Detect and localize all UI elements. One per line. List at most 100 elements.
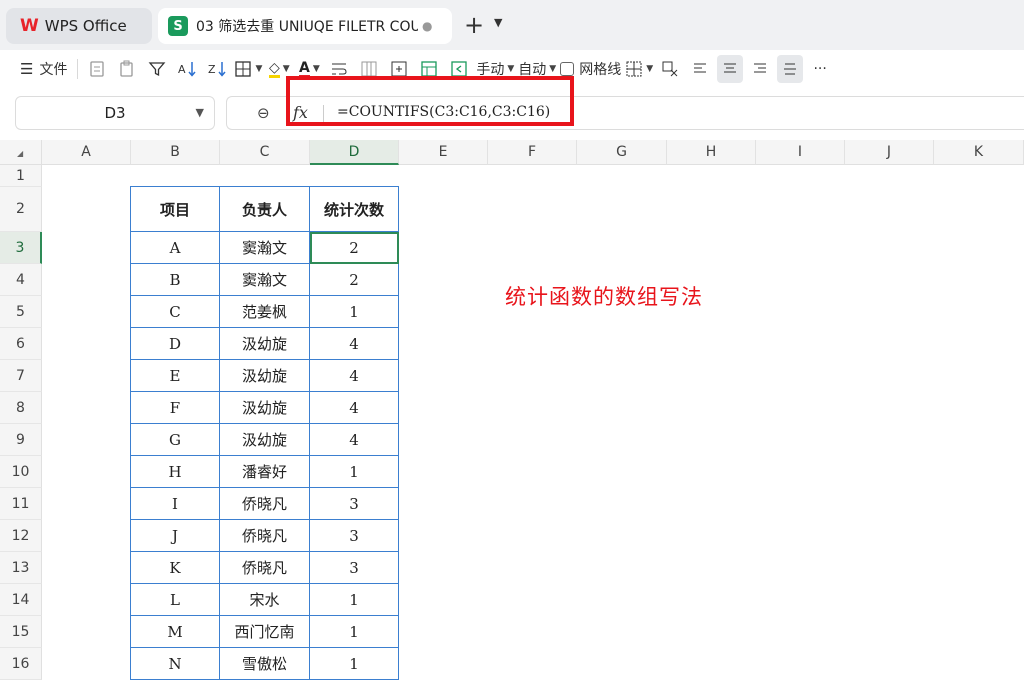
row-header-14[interactable]: 14 <box>0 584 42 616</box>
formula-input[interactable]: =COUNTIFS(C3:C16,C3:C16) <box>337 104 550 120</box>
table-cell-owner[interactable]: 汲幼旋 <box>220 392 310 424</box>
table-cell-owner[interactable]: 侨晓凡 <box>220 552 310 584</box>
freeze-column-icon[interactable] <box>356 55 382 83</box>
row-header-1[interactable]: 1 <box>0 165 42 187</box>
merge-cells-icon[interactable] <box>446 55 472 83</box>
table-cell-count[interactable]: 3 <box>310 520 399 552</box>
table-cell-owner[interactable]: 窦瀚文 <box>220 232 310 264</box>
table-cell-item[interactable]: I <box>131 488 220 520</box>
table-cell-owner[interactable]: 侨晓凡 <box>220 488 310 520</box>
gridlines-checkbox[interactable] <box>560 62 575 76</box>
column-header-k[interactable]: K <box>934 140 1024 165</box>
name-box[interactable]: D3 ▼ <box>15 96 215 130</box>
column-header-a[interactable]: A <box>42 140 131 165</box>
table-cell-count[interactable]: 1 <box>310 648 399 680</box>
table-cell-owner[interactable]: 汲幼旋 <box>220 424 310 456</box>
table-cell-count[interactable]: 1 <box>310 296 399 328</box>
format-cells-icon[interactable] <box>416 55 442 83</box>
table-cell-count[interactable]: 3 <box>310 488 399 520</box>
file-menu-button[interactable]: ☰ 文件 <box>20 55 67 83</box>
table-cell-count[interactable]: 3 <box>310 552 399 584</box>
tab-list-chevron-icon[interactable]: ▼ <box>494 16 502 29</box>
column-header-j[interactable]: J <box>845 140 934 165</box>
home-tab[interactable]: W WPS Office <box>6 8 152 44</box>
column-width-dropdown[interactable]: 自动 ▼ <box>518 55 556 83</box>
table-cell-owner[interactable]: 汲幼旋 <box>220 328 310 360</box>
paste-special-icon[interactable] <box>114 55 140 83</box>
table-header-item[interactable]: 项目 <box>131 187 220 232</box>
clear-format-icon[interactable] <box>657 55 683 83</box>
table-cell-count[interactable]: 1 <box>310 584 399 616</box>
table-cell-owner[interactable]: 范姜枫 <box>220 296 310 328</box>
table-header-count[interactable]: 统计次数 <box>310 187 399 232</box>
row-header-4[interactable]: 4 <box>0 264 42 296</box>
column-header-c[interactable]: C <box>220 140 310 165</box>
table-cell-item[interactable]: M <box>131 616 220 648</box>
table-header-owner[interactable]: 负责人 <box>220 187 310 232</box>
row-header-6[interactable]: 6 <box>0 328 42 360</box>
formula-input-area[interactable]: ⊖ fx =COUNTIFS(C3:C16,C3:C16) <box>226 96 1024 130</box>
column-header-i[interactable]: I <box>756 140 845 165</box>
table-cell-owner[interactable]: 潘睿好 <box>220 456 310 488</box>
table-cell-count[interactable]: 1 <box>310 456 399 488</box>
table-cell-count[interactable]: 4 <box>310 328 399 360</box>
column-header-b[interactable]: B <box>131 140 220 165</box>
sort-descending-icon[interactable]: Z <box>204 55 230 83</box>
document-tab[interactable]: S 03 筛选去重 UNIUQE FILETR COUNTIFS ● <box>158 8 452 44</box>
wrap-text-icon[interactable] <box>326 55 352 83</box>
table-cell-item[interactable]: A <box>131 232 220 264</box>
name-box-chevron-icon[interactable]: ▼ <box>196 106 204 119</box>
row-header-9[interactable]: 9 <box>0 424 42 456</box>
table-style-icon[interactable]: ▼ <box>625 55 653 83</box>
row-header-11[interactable]: 11 <box>0 488 42 520</box>
column-header-e[interactable]: E <box>399 140 488 165</box>
row-header-12[interactable]: 12 <box>0 520 42 552</box>
row-header-3[interactable]: 3 <box>0 232 42 264</box>
fill-color-icon[interactable]: ◇ ▼ <box>266 55 292 83</box>
table-cell-item[interactable]: N <box>131 648 220 680</box>
table-cell-count[interactable]: 4 <box>310 360 399 392</box>
table-cell-item[interactable]: C <box>131 296 220 328</box>
align-right-icon[interactable] <box>747 55 773 83</box>
number-format-icon[interactable] <box>84 55 110 83</box>
borders-icon[interactable]: ▼ <box>234 55 262 83</box>
row-header-16[interactable]: 16 <box>0 648 42 680</box>
table-cell-count[interactable]: 2 <box>310 232 399 264</box>
table-cell-item[interactable]: H <box>131 456 220 488</box>
row-header-8[interactable]: 8 <box>0 392 42 424</box>
table-cell-count[interactable]: 4 <box>310 424 399 456</box>
table-cell-owner[interactable]: 宋水 <box>220 584 310 616</box>
more-options-button[interactable]: ··· <box>807 55 833 83</box>
table-cell-item[interactable]: F <box>131 392 220 424</box>
table-cell-item[interactable]: G <box>131 424 220 456</box>
filter-icon[interactable] <box>144 55 170 83</box>
row-header-13[interactable]: 13 <box>0 552 42 584</box>
table-cell-owner[interactable]: 窦瀚文 <box>220 264 310 296</box>
table-cell-owner[interactable]: 侨晓凡 <box>220 520 310 552</box>
align-left-icon[interactable] <box>687 55 713 83</box>
align-center-icon[interactable] <box>717 55 744 83</box>
column-header-g[interactable]: G <box>577 140 667 165</box>
new-tab-icon[interactable]: + <box>464 12 484 38</box>
font-color-icon[interactable]: A ▼ <box>296 55 322 83</box>
table-cell-item[interactable]: E <box>131 360 220 392</box>
gridlines-toggle[interactable]: 网格线 <box>560 55 621 83</box>
row-header-5[interactable]: 5 <box>0 296 42 328</box>
table-cell-owner[interactable]: 西门忆南 <box>220 616 310 648</box>
vertical-center-icon[interactable] <box>777 55 804 83</box>
spreadsheet-grid[interactable]: ◢ 统计函数的数组写法 A B C D E F G H I J K 1 2 3 4 5 6 7 8 9 10 11 12 13… <box>0 140 1024 689</box>
row-header-15[interactable]: 15 <box>0 616 42 648</box>
row-header-10[interactable]: 10 <box>0 456 42 488</box>
sort-ascending-icon[interactable]: A <box>174 55 200 83</box>
table-cell-item[interactable]: B <box>131 264 220 296</box>
column-header-h[interactable]: H <box>667 140 756 165</box>
zoom-icon[interactable]: ⊖ <box>257 104 270 122</box>
column-header-f[interactable]: F <box>488 140 577 165</box>
table-cell-count[interactable]: 4 <box>310 392 399 424</box>
row-header-2[interactable]: 2 <box>0 187 42 232</box>
table-cell-owner[interactable]: 汲幼旋 <box>220 360 310 392</box>
column-header-d[interactable]: D <box>310 140 399 165</box>
select-all-corner[interactable]: ◢ <box>0 140 42 165</box>
table-cell-owner[interactable]: 雪傲松 <box>220 648 310 680</box>
table-cell-count[interactable]: 2 <box>310 264 399 296</box>
